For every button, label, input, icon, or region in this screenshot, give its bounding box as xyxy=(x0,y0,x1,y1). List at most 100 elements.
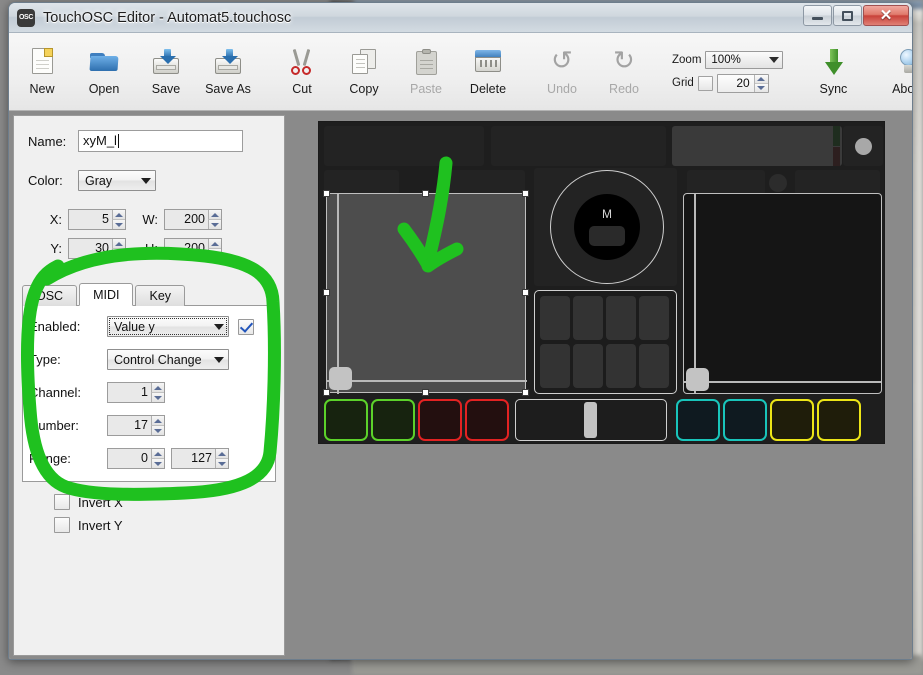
led-red-indicator[interactable] xyxy=(833,147,840,166)
save-button[interactable]: Save xyxy=(135,33,197,110)
led-green-indicator[interactable] xyxy=(833,126,840,146)
midi-range-min-increment[interactable] xyxy=(151,449,164,459)
grid-checkbox[interactable] xyxy=(697,75,713,91)
resize-handle-e[interactable] xyxy=(522,289,529,296)
resize-handle-n[interactable] xyxy=(422,190,429,197)
grid-size-decrement[interactable] xyxy=(754,83,768,92)
label-bar-row2-1[interactable] xyxy=(324,170,399,195)
midi-range-min-decrement[interactable] xyxy=(151,459,164,468)
pad-green-2[interactable] xyxy=(371,399,415,441)
h-spinner-buttons[interactable] xyxy=(208,239,221,258)
invert-y-checkbox[interactable] xyxy=(54,517,70,533)
pad-yellow-2[interactable] xyxy=(817,399,861,441)
label-bar-top-3[interactable] xyxy=(672,126,842,166)
tab-osc[interactable]: OSC xyxy=(22,285,78,306)
zoom-select[interactable]: 100% xyxy=(705,50,784,69)
grid-cell[interactable] xyxy=(606,344,636,388)
h-stepper[interactable]: 200 xyxy=(164,238,222,259)
y-spinner-buttons[interactable] xyxy=(112,239,125,258)
redo-button[interactable]: ↻ Redo xyxy=(593,33,655,110)
sync-button[interactable]: Sync xyxy=(800,33,866,110)
midi-enabled-select[interactable]: Value y xyxy=(107,316,229,337)
rotary-encoder-handle[interactable] xyxy=(589,226,625,246)
resize-handle-se[interactable] xyxy=(522,389,529,396)
name-input[interactable]: xyM_l xyxy=(78,130,243,152)
midi-number-spinner-buttons[interactable] xyxy=(151,416,164,435)
grid-size-increment[interactable] xyxy=(754,74,768,84)
midi-range-max-increment[interactable] xyxy=(215,449,228,459)
fader-handle[interactable] xyxy=(584,402,597,438)
label-bar-row2-3[interactable] xyxy=(687,170,765,195)
open-button[interactable]: Open xyxy=(73,33,135,110)
x-spinner-buttons[interactable] xyxy=(112,210,125,229)
undo-button[interactable]: ↺ Undo xyxy=(531,33,593,110)
delete-button[interactable]: Delete xyxy=(457,33,519,110)
midi-number-increment[interactable] xyxy=(151,416,164,426)
tab-key[interactable]: Key xyxy=(135,285,186,306)
label-bar-top-1[interactable] xyxy=(324,126,484,166)
xy-pad-knob[interactable] xyxy=(686,368,709,391)
touchosc-layout[interactable]: M xyxy=(318,121,885,444)
editor-canvas[interactable]: M xyxy=(289,115,908,656)
pad-yellow-1[interactable] xyxy=(770,399,814,441)
midi-channel-decrement[interactable] xyxy=(151,393,164,402)
midi-channel-increment[interactable] xyxy=(151,383,164,393)
grid-cell[interactable] xyxy=(606,296,636,340)
resize-handle-s[interactable] xyxy=(422,389,429,396)
close-button[interactable]: ✕ xyxy=(863,5,909,26)
w-increment[interactable] xyxy=(208,210,221,220)
resize-handle-sw[interactable] xyxy=(323,389,330,396)
y-decrement[interactable] xyxy=(112,249,125,258)
midi-enabled-checkbox[interactable] xyxy=(238,318,254,335)
midi-range-max-spinner-buttons[interactable] xyxy=(215,449,228,468)
x-stepper[interactable]: 5 xyxy=(68,209,126,230)
grid-size-stepper[interactable]: 20 xyxy=(716,73,769,93)
label-bar-row2-4[interactable] xyxy=(795,170,880,195)
resize-handle-nw[interactable] xyxy=(323,190,330,197)
grid-cell[interactable] xyxy=(639,296,669,340)
pad-red-2[interactable] xyxy=(465,399,509,441)
midi-range-min-spinner-buttons[interactable] xyxy=(151,449,164,468)
midi-channel-spinner-buttons[interactable] xyxy=(151,383,164,402)
resize-handle-ne[interactable] xyxy=(522,190,529,197)
about-button[interactable]: About xyxy=(875,33,912,110)
xy-pad-knob[interactable] xyxy=(329,367,352,390)
pad-red-1[interactable] xyxy=(418,399,462,441)
grid-cell[interactable] xyxy=(540,296,570,340)
paste-button[interactable]: Paste xyxy=(395,33,457,110)
midi-number-stepper[interactable]: 17 xyxy=(107,415,165,436)
label-bar-top-2[interactable] xyxy=(491,126,666,166)
horizontal-fader[interactable] xyxy=(515,399,667,441)
w-decrement[interactable] xyxy=(208,220,221,229)
grid-cell[interactable] xyxy=(639,344,669,388)
pad-teal-1[interactable] xyxy=(676,399,720,441)
h-decrement[interactable] xyxy=(208,249,221,258)
maximize-button[interactable] xyxy=(833,5,862,26)
cut-button[interactable]: Cut xyxy=(271,33,333,110)
grid-cell[interactable] xyxy=(540,344,570,388)
w-spinner-buttons[interactable] xyxy=(208,210,221,229)
y-stepper[interactable]: 30 xyxy=(68,238,126,259)
tab-midi[interactable]: MIDI xyxy=(79,283,134,306)
midi-channel-stepper[interactable]: 1 xyxy=(107,382,165,403)
midi-range-max-decrement[interactable] xyxy=(215,459,228,468)
x-increment[interactable] xyxy=(112,210,125,220)
xy-pad-right[interactable] xyxy=(683,193,882,394)
color-select[interactable]: Gray xyxy=(78,170,156,191)
h-increment[interactable] xyxy=(208,239,221,249)
label-bar-row2-2[interactable] xyxy=(447,170,525,195)
xy-pad-left-selected[interactable] xyxy=(326,193,527,394)
small-round-button[interactable] xyxy=(769,174,787,192)
midi-range-min-stepper[interactable]: 0 xyxy=(107,448,165,469)
w-stepper[interactable]: 200 xyxy=(164,209,222,230)
midi-type-select[interactable]: Control Change xyxy=(107,349,229,370)
save-as-button[interactable]: Save As xyxy=(197,33,259,110)
indicator-led-round[interactable] xyxy=(855,138,872,155)
resize-handle-w[interactable] xyxy=(323,289,330,296)
midi-number-decrement[interactable] xyxy=(151,426,164,435)
pad-teal-2[interactable] xyxy=(723,399,767,441)
y-increment[interactable] xyxy=(112,239,125,249)
new-button[interactable]: New xyxy=(11,33,73,110)
invert-x-checkbox[interactable] xyxy=(54,494,70,510)
pad-green-1[interactable] xyxy=(324,399,368,441)
